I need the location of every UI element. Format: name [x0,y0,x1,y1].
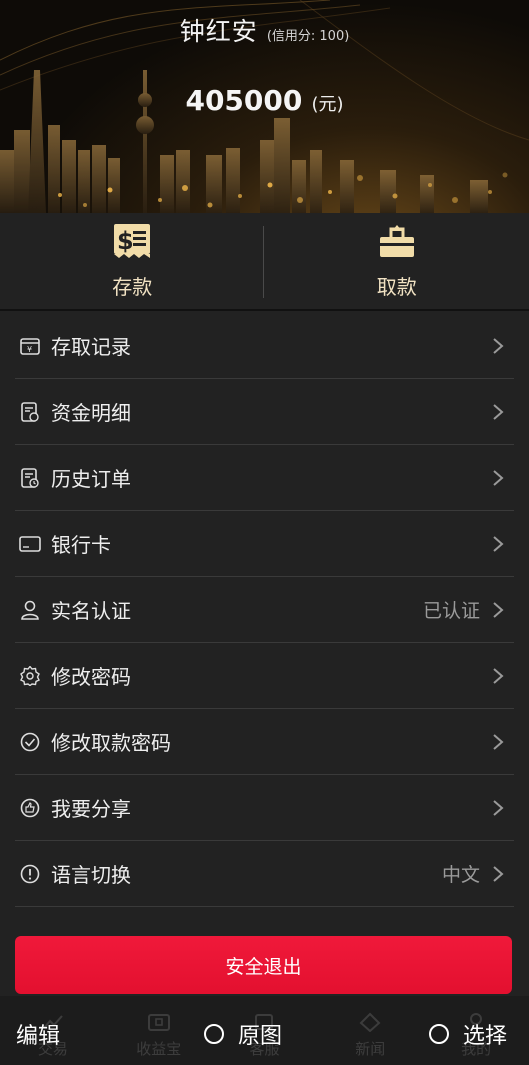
svg-text:¥: ¥ [27,345,32,354]
action-bar: $ 存款 取款 [0,213,529,311]
user-name: 钟红安 [179,17,258,46]
chevron-right-icon [488,732,508,752]
bottom-bar: 交易 收益宝 客服 新闻 我的 编辑 原图 选择 [0,996,529,1065]
bank-card-icon [19,533,41,555]
header-banner: 钟红安 (信用分: 100) 405000 (元) [0,0,529,213]
withdraw-button[interactable]: 取款 [265,213,529,309]
chevron-right-icon [488,468,508,488]
select-option[interactable]: 选择 [429,1018,507,1050]
menu-item-bank-card[interactable]: 银行卡 [15,511,514,577]
chevron-right-icon [488,336,508,356]
user-icon [19,599,41,621]
menu-item-history-orders[interactable]: 历史订单 [15,445,514,511]
profile-page: 钟红安 (信用分: 100) 405000 (元) $ 存款 取款 ¥ 存取记录… [0,0,529,1065]
deposit-label: 存款 [112,274,153,299]
menu-item-change-withdraw-password[interactable]: 修改取款密码 [15,709,514,775]
deposit-icon: $ [113,223,151,263]
withdraw-icon [378,223,416,263]
menu-item-change-password[interactable]: 修改密码 [15,643,514,709]
credit-score: (信用分: 100) [266,29,350,44]
menu-item-label: 资金明细 [51,401,131,425]
user-line: 钟红安 (信用分: 100) [0,12,529,48]
menu-item-label: 银行卡 [51,533,111,557]
menu-item-label: 实名认证 [51,599,131,623]
history-order-icon [19,467,41,489]
menu-item-label: 存取记录 [51,335,131,359]
photo-editor-overlay: 编辑 原图 选择 [0,996,529,1065]
chevron-right-icon [488,864,508,884]
check-circle-icon [19,731,41,753]
info-circle-icon [19,863,41,885]
action-divider [263,226,264,298]
thumbs-up-icon [19,797,41,819]
balance-amount: 405000 [185,84,303,117]
radio-icon [429,1024,449,1044]
record-icon: ¥ [19,335,41,357]
gear-icon [19,665,41,687]
current-language: 中文 [441,864,480,886]
menu-item-label: 修改取款密码 [51,731,171,755]
menu-item-label: 修改密码 [51,665,131,689]
menu-item-deposit-records[interactable]: ¥ 存取记录 [15,313,514,379]
menu-list: ¥ 存取记录 资金明细 历史订单 银行卡 实名认证 已认证 修改密码 修改取款密… [15,313,514,907]
svg-text:$: $ [117,227,134,255]
chevron-right-icon [488,798,508,818]
logout-label: 安全退出 [225,955,302,978]
menu-item-share[interactable]: 我要分享 [15,775,514,841]
menu-item-label: 我要分享 [51,797,131,821]
withdraw-label: 取款 [376,274,417,299]
fund-detail-icon [19,401,41,423]
original-image-label: 原图 [238,1024,283,1049]
menu-item-language[interactable]: 语言切换 中文 [15,841,514,907]
verification-status: 已认证 [422,600,480,622]
balance-unit: (元) [311,94,344,115]
balance-line: 405000 (元) [0,84,529,117]
menu-item-real-name-verification[interactable]: 实名认证 已认证 [15,577,514,643]
chevron-right-icon [488,534,508,554]
menu-item-label: 语言切换 [51,863,131,887]
menu-item-fund-details[interactable]: 资金明细 [15,379,514,445]
select-label: 选择 [463,1024,508,1049]
logout-button[interactable]: 安全退出 [15,936,512,994]
chevron-right-icon [488,402,508,422]
deposit-button[interactable]: $ 存款 [0,213,265,309]
radio-icon [204,1024,224,1044]
chevron-right-icon [488,600,508,620]
original-image-option[interactable]: 原图 [204,1018,282,1050]
menu-item-label: 历史订单 [51,467,131,491]
edit-button[interactable]: 编辑 [16,1018,60,1050]
chevron-right-icon [488,666,508,686]
